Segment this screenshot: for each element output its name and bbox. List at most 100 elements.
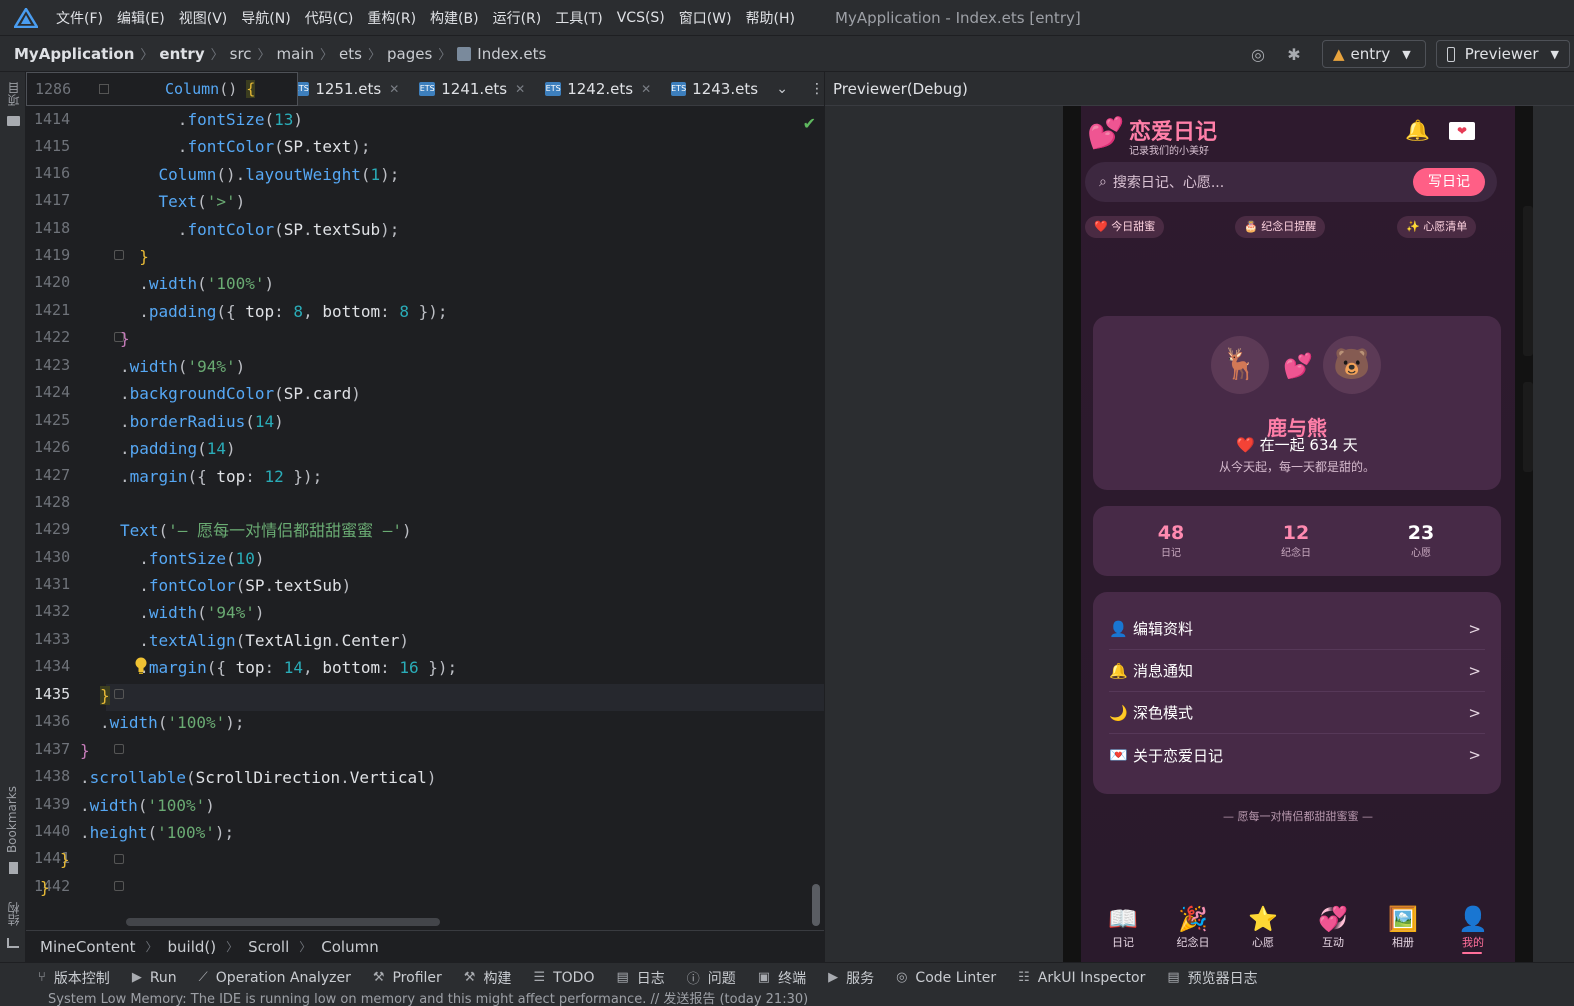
tool-profiler[interactable]: ⚒ Profiler bbox=[373, 970, 442, 986]
breadcrumb-item[interactable]: MineContent bbox=[40, 938, 136, 956]
tab-album[interactable]: 🖼️ 相册 bbox=[1373, 904, 1433, 950]
line-number: 1416 bbox=[34, 164, 71, 182]
chip-anniversary-reminder[interactable]: 🎂 纪念日提醒 bbox=[1235, 216, 1326, 238]
crumb-project[interactable]: MyApplication bbox=[14, 45, 134, 63]
breadcrumb-item[interactable]: Column bbox=[321, 938, 378, 956]
crumb-ets[interactable]: ets bbox=[339, 45, 362, 63]
deer-avatar[interactable]: 🦌 bbox=[1211, 336, 1269, 394]
tab-diary[interactable]: 📖 日记 bbox=[1093, 904, 1153, 950]
more-vertical-icon[interactable]: ⋮ bbox=[810, 81, 824, 97]
tool-todo[interactable]: ☰ TODO bbox=[533, 970, 594, 986]
breadcrumb-item[interactable]: build() bbox=[168, 938, 217, 956]
menu-edit-profile[interactable]: 👤 编辑资料 > bbox=[1109, 608, 1485, 650]
vertical-scrollbar[interactable] bbox=[812, 884, 820, 926]
tool-label: Code Linter bbox=[915, 969, 997, 986]
crumb-file[interactable]: Index.ets bbox=[457, 45, 546, 63]
menu-notifications[interactable]: 🔔 消息通知 > bbox=[1109, 650, 1485, 692]
bear-avatar[interactable]: 🐻 bbox=[1323, 336, 1381, 394]
search-input[interactable]: 搜索日记、心愿... bbox=[1113, 172, 1224, 192]
line-number: 1430 bbox=[34, 548, 71, 566]
bell-icon[interactable]: 🔔 bbox=[1405, 118, 1430, 142]
tool-code-linter[interactable]: ◎ Code Linter bbox=[896, 970, 996, 986]
menu-about[interactable]: 💌 关于恋爱日记 > bbox=[1109, 734, 1485, 776]
menu-help[interactable]: 帮助(H) bbox=[746, 8, 795, 28]
code-editor[interactable]: ETS 1251.ets ✕ ETS 1241.ets ✕ ETS 1242.ets ✕ E… bbox=[26, 72, 824, 930]
locate-icon[interactable]: ◎ bbox=[1248, 44, 1268, 64]
write-diary-button[interactable]: 写日记 bbox=[1413, 168, 1485, 196]
bookmark-icon[interactable] bbox=[9, 862, 18, 874]
previewer-panel: Previewer(Debug) 💕 恋爱日记 记录我们的小美好 🔔 ❤ ⌕ 搜… bbox=[824, 72, 1574, 962]
tab-1243[interactable]: ETS 1243.ets bbox=[661, 72, 766, 106]
tool-build[interactable]: ⚒ 构建 bbox=[464, 968, 512, 988]
line-number: 1431 bbox=[34, 575, 71, 593]
tab-1242[interactable]: ETS 1242.ets ✕ bbox=[535, 72, 661, 106]
bookmarks-tool-button[interactable]: Bookmarks bbox=[5, 786, 19, 853]
play-icon: ▶ bbox=[131, 970, 142, 985]
folder-icon[interactable] bbox=[7, 116, 20, 126]
tab-1241[interactable]: ETS 1241.ets ✕ bbox=[409, 72, 535, 106]
tab-interact[interactable]: 💞 互动 bbox=[1303, 904, 1363, 950]
code-line-current: } bbox=[100, 686, 110, 705]
love-letter-icon[interactable]: ❤ bbox=[1449, 122, 1475, 140]
inspection-ok-icon[interactable]: ✔ bbox=[803, 114, 816, 133]
ets-file-icon: ETS bbox=[545, 81, 562, 96]
tool-services[interactable]: ▶ 服务 bbox=[828, 968, 874, 988]
menu-code[interactable]: 代码(C) bbox=[305, 8, 354, 28]
line-number: 1427 bbox=[34, 466, 71, 484]
tool-version-control[interactable]: ⑂ 版本控制 bbox=[38, 968, 110, 988]
tab-1251[interactable]: ETS 1251.ets ✕ bbox=[283, 72, 409, 106]
close-icon[interactable]: ✕ bbox=[515, 82, 525, 96]
tool-run[interactable]: ▶ Run bbox=[132, 970, 177, 986]
tab-anniversary[interactable]: 🎉 纪念日 bbox=[1163, 904, 1223, 950]
chip-today-sweet[interactable]: ❤️ 今日甜蜜 bbox=[1085, 216, 1165, 238]
previewer-dropdown[interactable]: Previewer ▼ bbox=[1436, 40, 1570, 68]
menu-build[interactable]: 构建(B) bbox=[430, 8, 479, 28]
code-line: .width('100%') bbox=[139, 274, 275, 293]
crumb-pages[interactable]: pages bbox=[387, 45, 432, 63]
horizontal-scrollbar[interactable] bbox=[126, 918, 440, 926]
tool-operation-analyzer[interactable]: ⟋ Operation Analyzer bbox=[199, 970, 351, 986]
menu-tools[interactable]: 工具(T) bbox=[555, 8, 602, 28]
tool-log[interactable]: ▤ 日志 bbox=[616, 968, 664, 988]
status-message[interactable]: System Low Memory: The IDE is running lo… bbox=[0, 992, 1574, 1006]
stat-anniversary[interactable]: 12 纪念日 bbox=[1246, 522, 1346, 559]
tab-label: 互动 bbox=[1322, 936, 1344, 949]
tab-mine[interactable]: 👤 我的 bbox=[1443, 904, 1503, 950]
menu-edit[interactable]: 编辑(E) bbox=[117, 8, 165, 28]
app-screen[interactable]: 💕 恋爱日记 记录我们的小美好 🔔 ❤ ⌕ 搜索日记、心愿... 写日记 ❤️ … bbox=[1081, 106, 1515, 962]
menu-run[interactable]: 运行(R) bbox=[493, 8, 542, 28]
debug-bug-icon[interactable]: ✱ bbox=[1284, 44, 1304, 64]
close-icon[interactable]: ✕ bbox=[389, 82, 399, 96]
code-text[interactable]: .fontSize(13) .fontColor(SP.text); Colum… bbox=[40, 106, 820, 930]
crumb-module[interactable]: entry bbox=[159, 45, 204, 63]
menu-refactor[interactable]: 重构(R) bbox=[367, 8, 416, 28]
stat-diary[interactable]: 48 日记 bbox=[1121, 522, 1221, 559]
structure-icon[interactable] bbox=[7, 938, 19, 948]
menu-dark-mode[interactable]: 🌙 深色模式 > bbox=[1109, 692, 1485, 734]
tool-previewer-log[interactable]: ▤ 预览器日志 bbox=[1167, 968, 1257, 988]
search-bar[interactable]: ⌕ 搜索日记、心愿... 写日记 bbox=[1085, 162, 1497, 202]
structure-tool-button[interactable]: 结构 bbox=[5, 902, 22, 926]
sticky-scope-header[interactable]: 1286 Column() { bbox=[26, 72, 298, 106]
breadcrumb-item[interactable]: Scroll bbox=[248, 938, 289, 956]
project-tool-button[interactable]: 项目 bbox=[5, 82, 22, 106]
run-config-dropdown[interactable]: ▲ entry ▼ bbox=[1322, 40, 1426, 68]
tool-arkui-inspector[interactable]: ☷ ArkUI Inspector bbox=[1018, 970, 1145, 986]
tool-problems[interactable]: ⓘ 问题 bbox=[687, 968, 736, 988]
menu-vcs[interactable]: VCS(S) bbox=[617, 10, 665, 26]
close-icon[interactable]: ✕ bbox=[641, 82, 651, 96]
menu-navigate[interactable]: 导航(N) bbox=[241, 8, 290, 28]
crumb-src[interactable]: src bbox=[230, 45, 252, 63]
chevron-down-icon[interactable]: ⌄ bbox=[776, 81, 788, 97]
stat-wish[interactable]: 23 心愿 bbox=[1371, 522, 1471, 559]
lightbulb-icon[interactable] bbox=[134, 657, 148, 675]
code-line: Text('>') bbox=[158, 192, 246, 211]
tool-terminal[interactable]: ▣ 终端 bbox=[758, 968, 806, 988]
menu-view[interactable]: 视图(V) bbox=[179, 8, 228, 28]
menu-window[interactable]: 窗口(W) bbox=[679, 8, 732, 28]
crumb-main[interactable]: main bbox=[277, 45, 314, 63]
tab-wish[interactable]: ⭐ 心愿 bbox=[1233, 904, 1293, 950]
chip-wish-list[interactable]: ✨ 心愿清单 bbox=[1397, 216, 1477, 238]
menu-file[interactable]: 文件(F) bbox=[56, 8, 103, 28]
chevron-right-icon: 〉 bbox=[367, 48, 381, 63]
